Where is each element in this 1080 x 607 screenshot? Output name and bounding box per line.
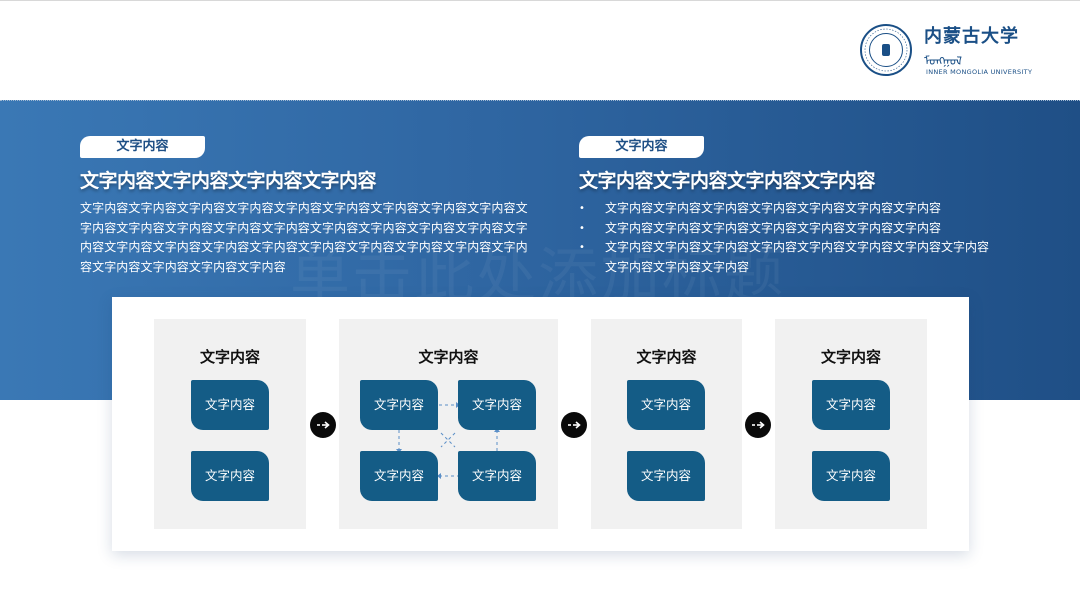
left-section-tag: 文字内容 xyxy=(80,136,205,158)
process-stage-1: 文字内容 文字内容 文字内容 xyxy=(154,319,306,529)
logo-english-name: INNER MONGOLIA UNIVERSITY xyxy=(926,68,1033,76)
stage-title: 文字内容 xyxy=(199,348,260,366)
arrow-right-icon xyxy=(561,412,587,438)
left-section-paragraph: 文字内容文字内容文字内容文字内容文字内容文字内容文字内容文字内容文字内容文字内容… xyxy=(80,201,528,274)
process-box: 文字内容 xyxy=(360,380,438,430)
bullet-item: 文字内容文字内容文字内容文字内容文字内容文字内容文字内容 xyxy=(579,219,991,239)
process-box: 文字内容 xyxy=(360,451,438,501)
process-box: 文字内容 xyxy=(458,451,536,501)
arrow-right-icon xyxy=(745,412,771,438)
logo-mongolian-name: ᠮᠣᠩᠭᠣᠯ xyxy=(924,54,962,68)
bullet-item: 文字内容文字内容文字内容文字内容文字内容文字内容文字内容 xyxy=(579,199,991,219)
process-box: 文字内容 xyxy=(191,451,269,501)
right-section-tag: 文字内容 xyxy=(579,136,704,158)
bullet-item: 文字内容文字内容文字内容文字内容文字内容文字内容文字内容文字内容文字内容文字内容… xyxy=(579,238,991,277)
university-logo: 内蒙古大学 ᠮᠣᠩᠭᠣᠯ INNER MONGOLIA UNIVERSITY xyxy=(860,22,1033,80)
top-border xyxy=(0,0,1080,1)
right-section-bullet-list: 文字内容文字内容文字内容文字内容文字内容文字内容文字内容 文字内容文字内容文字内… xyxy=(579,199,991,277)
right-section-heading: 文字内容文字内容文字内容文字内容 xyxy=(579,170,876,192)
stage-title: 文字内容 xyxy=(636,348,697,366)
stage-title: 文字内容 xyxy=(820,348,881,366)
logo-chinese-name: 内蒙古大学 xyxy=(924,26,1019,47)
process-box: 文字内容 xyxy=(812,380,890,430)
process-box: 文字内容 xyxy=(812,451,890,501)
banner-dotted-edge xyxy=(0,100,1080,102)
arrow-right-icon xyxy=(310,412,336,438)
process-card: 文字内容 文字内容 文字内容 文字内容 文字内容 文字内容 文字内容 文字内容 … xyxy=(112,297,969,551)
process-box: 文字内容 xyxy=(627,380,705,430)
left-section-heading: 文字内容文字内容文字内容文字内容 xyxy=(80,170,377,192)
process-box: 文字内容 xyxy=(191,380,269,430)
process-box: 文字内容 xyxy=(627,451,705,501)
process-stage-2: 文字内容 文字内容 文字内容 文字内容 文字内容 xyxy=(339,319,558,529)
process-stage-4: 文字内容 文字内容 文字内容 xyxy=(775,319,927,529)
process-box: 文字内容 xyxy=(458,380,536,430)
process-stage-3: 文字内容 文字内容 文字内容 xyxy=(591,319,742,529)
university-seal-icon xyxy=(860,24,912,76)
